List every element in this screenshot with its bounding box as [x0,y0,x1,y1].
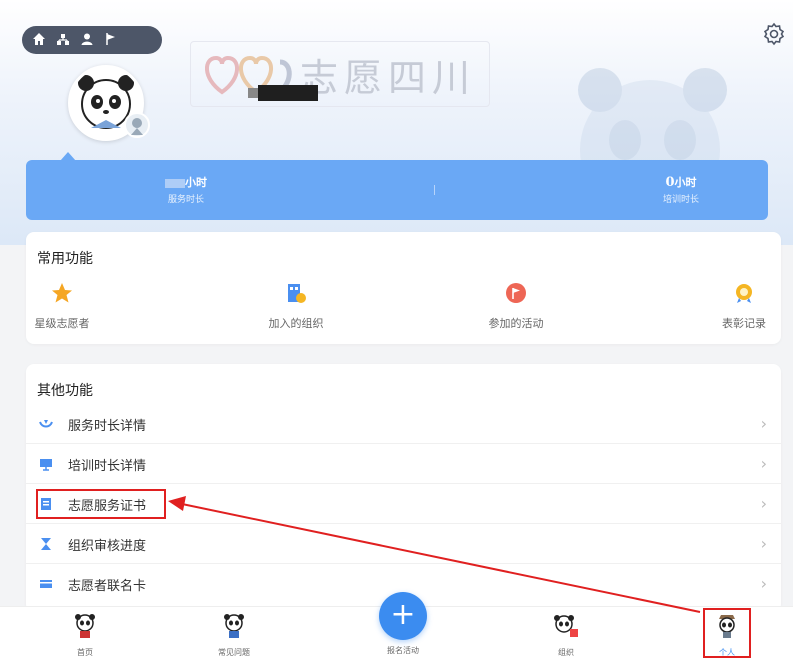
service-hours-stat[interactable]: 小时 服务时长 [86,174,286,205]
card-icon [40,580,52,588]
flag-icon[interactable] [103,32,119,48]
logo-text: 志愿四川 [300,56,477,100]
common-functions-card: 常用功能 星级志愿者 加入的组织 参加的活动 表彰记录 [26,232,781,344]
panda-home-icon [75,614,95,638]
signup-activity-label: 报名活动 [387,646,419,655]
other-functions-title: 其他功能 [37,383,93,399]
func-joined-activities[interactable]: 参加的活动 [476,282,556,331]
home-icon[interactable] [31,32,47,48]
training-hours-stat[interactable]: 0小时 培训时长 [581,174,781,205]
top-nav-pill [22,26,162,54]
gear-icon[interactable] [762,22,786,46]
panda-org-icon [554,615,578,637]
stats-card: 小时 服务时长 0小时 培训时长 [26,160,768,220]
flag-icon [506,283,526,303]
chevron-right-icon: › [760,494,767,513]
signup-activity-button[interactable]: + [379,592,427,640]
func-joined-orgs[interactable]: 加入的组织 [256,282,336,331]
chevron-right-icon: › [760,534,767,553]
tab-faq[interactable]: 常见问题 [204,613,264,658]
training-hours-label: 培训时长 [662,195,699,205]
func-commendation-records[interactable]: 表彰记录 [714,282,774,331]
func-star-volunteer[interactable]: 星级志愿者 [32,282,92,331]
tab-org[interactable]: 组织 [536,613,596,658]
screen-icon [40,459,52,471]
common-functions-title: 常用功能 [37,251,93,267]
avatar-badge-icon [124,112,150,138]
org-icon[interactable] [55,32,71,48]
building-icon [288,284,306,303]
chevron-right-icon: › [760,454,767,473]
list-item-training-hours-detail[interactable]: 培训时长详情 › [26,444,781,484]
highlight-box-certificate [36,489,166,519]
chevron-right-icon: › [760,574,767,593]
medal-icon [736,284,752,303]
service-hours-mask [165,178,185,188]
user-icon[interactable] [79,32,95,48]
stats-divider [434,185,435,195]
training-hours-value: 0小时 [665,175,697,190]
plus-icon: + [390,597,416,632]
other-functions-card: 其他功能 服务时长详情 › 培训时长详情 › 志愿服务证书 › 组织审核进度 ›… [26,364,781,612]
chevron-right-icon: › [760,414,767,433]
panda-faq-icon [224,614,244,638]
service-hours-label: 服务时长 [167,195,204,205]
highlight-box-personal-tab [703,608,751,658]
tab-home[interactable]: 首页 [55,613,115,658]
list-item-org-review-progress[interactable]: 组织审核进度 › [26,524,781,564]
hands-icon [39,420,53,428]
star-icon [52,283,72,303]
list-item-service-hours-detail[interactable]: 服务时长详情 › [26,404,781,444]
hourglass-icon [41,538,51,550]
service-hours-value: 小时 [86,174,286,190]
username-mask [258,85,318,101]
